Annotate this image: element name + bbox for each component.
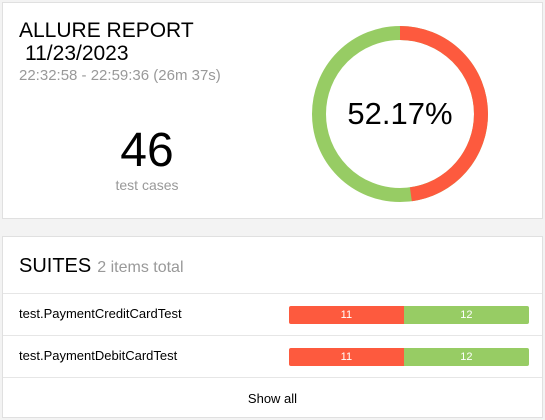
- suites-widget: SUITES 2 items total test.PaymentCreditC…: [2, 236, 543, 418]
- suite-row[interactable]: test.PaymentDebitCardTest 11 12: [3, 335, 542, 377]
- suite-name[interactable]: test.PaymentDebitCardTest: [19, 348, 177, 364]
- test-count-label: test cases: [115, 177, 179, 193]
- success-rate-label: 52.17%: [347, 96, 453, 131]
- test-count-block: 46 test cases: [87, 124, 207, 194]
- suite-status-bar[interactable]: 11 12: [289, 348, 529, 366]
- report-date: 11/23/2023: [25, 42, 129, 65]
- suites-header: SUITES 2 items total: [19, 255, 184, 283]
- suite-row[interactable]: test.PaymentCreditCardTest 11 12: [3, 293, 542, 335]
- suite-status-bar[interactable]: 11 12: [289, 306, 529, 324]
- passed-count[interactable]: 12: [403, 348, 529, 366]
- report-time-range: 22:32:58 - 22:59:36 (26m 37s): [19, 67, 221, 84]
- suite-name[interactable]: test.PaymentCreditCardTest: [19, 306, 182, 322]
- report-title: ALLURE REPORT: [19, 19, 194, 42]
- show-all-link[interactable]: Show all: [3, 377, 542, 418]
- test-count-value: 46: [120, 124, 174, 177]
- passed-count[interactable]: 12: [403, 306, 529, 324]
- failed-count[interactable]: 11: [289, 348, 404, 366]
- suites-total: 2 items total: [97, 259, 184, 276]
- suites-title: SUITES: [19, 255, 92, 277]
- failed-count[interactable]: 11: [289, 306, 404, 324]
